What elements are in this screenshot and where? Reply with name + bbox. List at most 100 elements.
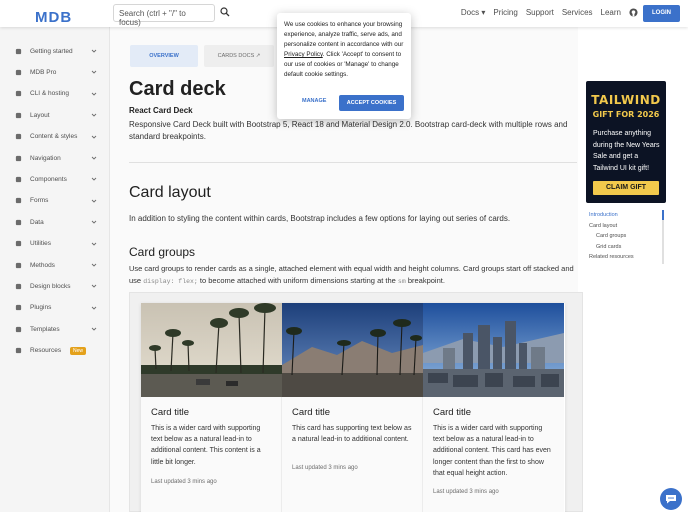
toc-card-groups[interactable]: Card groups	[596, 233, 626, 239]
ad-title: TAILWIND	[591, 93, 661, 107]
sidebar: Getting started MDB Pro CLI & hosting Layou…	[0, 27, 110, 512]
groups-text-part-2: to become attached with uniform dimensio…	[199, 276, 396, 285]
compass-icon	[15, 155, 22, 161]
login-button[interactable]: LOGIN	[643, 5, 680, 22]
nav-pricing[interactable]: Pricing	[493, 8, 517, 17]
github-icon[interactable]	[629, 8, 638, 17]
chevron-down-icon	[91, 135, 97, 139]
sidebar-item-templates[interactable]: Templates	[0, 319, 110, 339]
sidebar-item-label: Navigation	[30, 154, 61, 162]
section-text-card-groups: Use card groups to render cards as a sin…	[129, 263, 577, 288]
tab-overview[interactable]: OVERVIEW	[130, 45, 198, 67]
cookie-text: We use cookies to enhance your browsing …	[284, 20, 406, 80]
chevron-down-icon	[91, 242, 97, 246]
sidebar-item-label: Content & styles	[30, 133, 78, 141]
sidebar-item-mdb-pro[interactable]: MDB Pro	[0, 62, 110, 82]
file-icon	[15, 326, 22, 332]
card-group-example: Card title This is a wider card with sup…	[129, 292, 583, 512]
card-text: This is a wider card with supporting tex…	[433, 425, 551, 477]
sidebar-item-label: Components	[30, 175, 67, 183]
chevron-down-icon	[91, 156, 97, 160]
sidebar-item-label: Getting started	[30, 47, 73, 55]
tools-icon	[15, 347, 22, 354]
page-subtitle: React Card Deck	[129, 106, 193, 115]
sidebar-item-methods[interactable]: Methods	[0, 255, 110, 275]
pen-icon	[15, 133, 22, 140]
blocks-icon	[15, 283, 22, 290]
sidebar-item-getting-started[interactable]: Getting started	[0, 41, 110, 61]
chevron-down-icon	[91, 285, 97, 289]
search-input[interactable]: Search (ctrl + "/" to focus)	[113, 4, 215, 27]
rocket-icon	[15, 48, 22, 54]
sidebar-item-label: Design blocks	[30, 282, 71, 290]
nav-docs[interactable]: Docs ▾	[461, 8, 485, 17]
accept-cookies-button[interactable]: ACCEPT COOKIES	[339, 95, 404, 111]
card-title: Card title	[151, 407, 190, 418]
sidebar-item-label: CLI & hosting	[30, 90, 70, 98]
sidebar-item-navigation[interactable]: Navigation	[0, 148, 110, 168]
sidebar-item-layout[interactable]: Layout	[0, 105, 110, 125]
cubes-icon	[15, 176, 22, 183]
tab-cards-docs-label: CARDS DOCS	[217, 53, 255, 59]
privacy-policy-link[interactable]: Privacy Policy	[284, 51, 323, 58]
page-description: Responsive Card Deck built with Bootstra…	[129, 120, 568, 141]
sidebar-item-data[interactable]: Data	[0, 212, 110, 232]
sidebar-item-components[interactable]: Components	[0, 169, 110, 189]
form-icon	[15, 198, 22, 204]
layout-icon	[15, 112, 22, 118]
card-group: Card title This is a wider card with sup…	[141, 303, 565, 512]
sidebar-item-design-blocks[interactable]: Design blocks	[0, 276, 110, 296]
chevron-down-icon	[91, 71, 97, 75]
card-text: This card has supporting text below as a…	[292, 425, 412, 444]
card-title: Card title	[292, 407, 331, 418]
sidebar-item-plugins[interactable]: Plugins	[0, 298, 110, 318]
plug-icon	[15, 305, 22, 311]
sidebar-item-label: Resources	[30, 347, 62, 355]
sidebar-item-cli-hosting[interactable]: CLI & hosting	[0, 84, 110, 104]
code-sm: sm	[397, 278, 406, 285]
sidebar-item-label: Forms	[30, 197, 49, 205]
table-icon	[15, 219, 22, 225]
nav-services[interactable]: Services	[562, 8, 593, 17]
chevron-down-icon	[91, 49, 97, 53]
search-icon[interactable]	[220, 7, 230, 17]
sidebar-item-resources[interactable]: Resources New	[0, 341, 110, 361]
sidebar-item-content-styles[interactable]: Content & styles	[0, 127, 110, 147]
chevron-down-icon	[91, 306, 97, 310]
tab-cards-docs[interactable]: CARDS DOCS ↗	[204, 45, 274, 67]
card-footer: Last updated 3 mins ago	[292, 465, 358, 471]
manage-cookies-button[interactable]: MANAGE	[302, 98, 326, 104]
toc-related-resources[interactable]: Related resources	[589, 254, 634, 260]
page-tabs: OVERVIEW CARDS DOCS ↗	[130, 45, 274, 67]
toc-card-layout[interactable]: Card layout	[589, 223, 617, 229]
chevron-down-icon	[91, 327, 97, 331]
chevron-down-icon	[91, 113, 97, 117]
ad-subtitle: GIFT FOR 2026	[592, 110, 660, 119]
mdb-logo[interactable]: MDB	[35, 9, 72, 26]
nav-support[interactable]: Support	[526, 8, 554, 17]
nav-learn[interactable]: Learn	[601, 8, 621, 17]
toc-introduction[interactable]: Introduction	[589, 212, 618, 218]
chevron-down-icon	[91, 178, 97, 182]
tailwind-ad-banner[interactable]: TAILWIND GIFT FOR 2026 Purchase anything…	[586, 81, 666, 203]
section-title-card-groups: Card groups	[129, 245, 196, 259]
sidebar-item-forms[interactable]: Forms	[0, 191, 110, 211]
card-1: Card title This is a wider card with sup…	[141, 303, 282, 512]
chevron-down-icon	[91, 92, 97, 96]
card-2: Card title This card has supporting text…	[282, 303, 423, 512]
card-title: Card title	[433, 407, 472, 418]
sidebar-item-label: Plugins	[30, 304, 52, 312]
wrench-icon	[15, 240, 22, 247]
cookie-consent-dialog: We use cookies to enhance your browsing …	[277, 13, 411, 119]
chat-button[interactable]	[660, 488, 682, 510]
external-link-icon: ↗	[255, 53, 261, 59]
cookie-text-part-1: We use cookies to enhance your browsing …	[284, 21, 404, 48]
toc-grid-cards[interactable]: Grid cards	[596, 244, 621, 250]
sidebar-item-label: Utilities	[30, 240, 51, 248]
claim-gift-button[interactable]: CLAIM GIFT	[593, 181, 659, 195]
page-title: Card deck	[129, 78, 226, 100]
sidebar-item-utilities[interactable]: Utilities	[0, 234, 110, 254]
code-icon	[15, 262, 22, 268]
nav-links: Docs ▾ Pricing Support Services Learn	[461, 8, 638, 17]
chevron-down-icon	[91, 263, 97, 267]
